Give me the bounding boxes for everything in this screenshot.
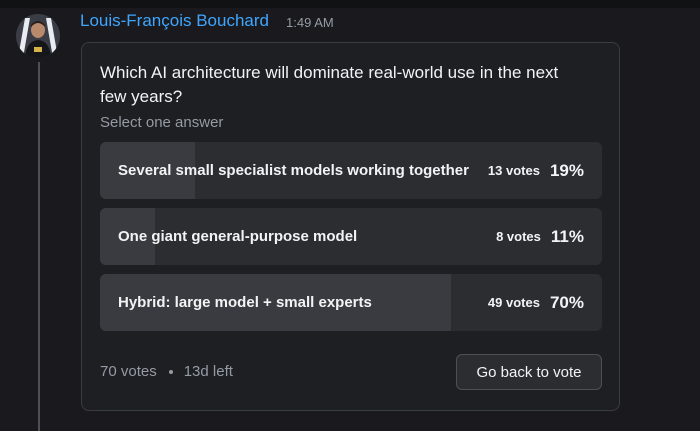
poll-answer-percent: 19%: [549, 160, 584, 180]
poll-answer[interactable]: Hybrid: large model + small experts 49 v…: [100, 274, 602, 331]
poll-time-left: 13d left: [183, 363, 233, 380]
poll-answer-stats: 49 votes 70%: [488, 274, 584, 331]
poll-footer: 70 votes 13d left: [100, 363, 233, 380]
poll-answer-votes: 49 votes: [487, 295, 540, 310]
poll-answer-votes: 8 votes: [496, 229, 541, 244]
poll-answer-stats: 8 votes 11%: [496, 208, 584, 265]
poll-card: Which AI architecture will dominate real…: [81, 42, 620, 411]
message-author[interactable]: Louis-François Bouchard: [80, 11, 269, 31]
separator-dot: [168, 369, 173, 374]
message-timestamp: 1:49 AM: [286, 15, 334, 30]
poll-answer-stats: 13 votes 19%: [488, 142, 584, 199]
poll-answer-label: One giant general-purpose model: [118, 228, 358, 245]
poll-answer-votes: 13 votes: [487, 163, 540, 178]
poll-total-votes[interactable]: 70 votes: [100, 363, 157, 380]
poll-question: Which AI architecture will dominate real…: [100, 63, 559, 106]
user-avatar-image: [16, 14, 60, 58]
poll-answer-percent: 11%: [550, 226, 584, 246]
poll-answer-percent: 70%: [549, 292, 584, 312]
channel-header-edge: [0, 0, 700, 8]
poll-answer[interactable]: One giant general-purpose model 8 votes …: [100, 208, 602, 265]
poll-select-hint: Select one answer: [100, 114, 224, 131]
poll-answer-label: Several small specialist models working …: [118, 162, 469, 179]
poll-answer-label: Hybrid: large model + small experts: [118, 294, 372, 311]
go-back-to-vote-button[interactable]: Go back to vote: [456, 354, 602, 390]
poll-answer-list: Several small specialist models working …: [100, 142, 602, 340]
reply-thread-line: [38, 62, 40, 431]
poll-answer[interactable]: Several small specialist models working …: [100, 142, 602, 199]
avatar[interactable]: [16, 14, 60, 58]
